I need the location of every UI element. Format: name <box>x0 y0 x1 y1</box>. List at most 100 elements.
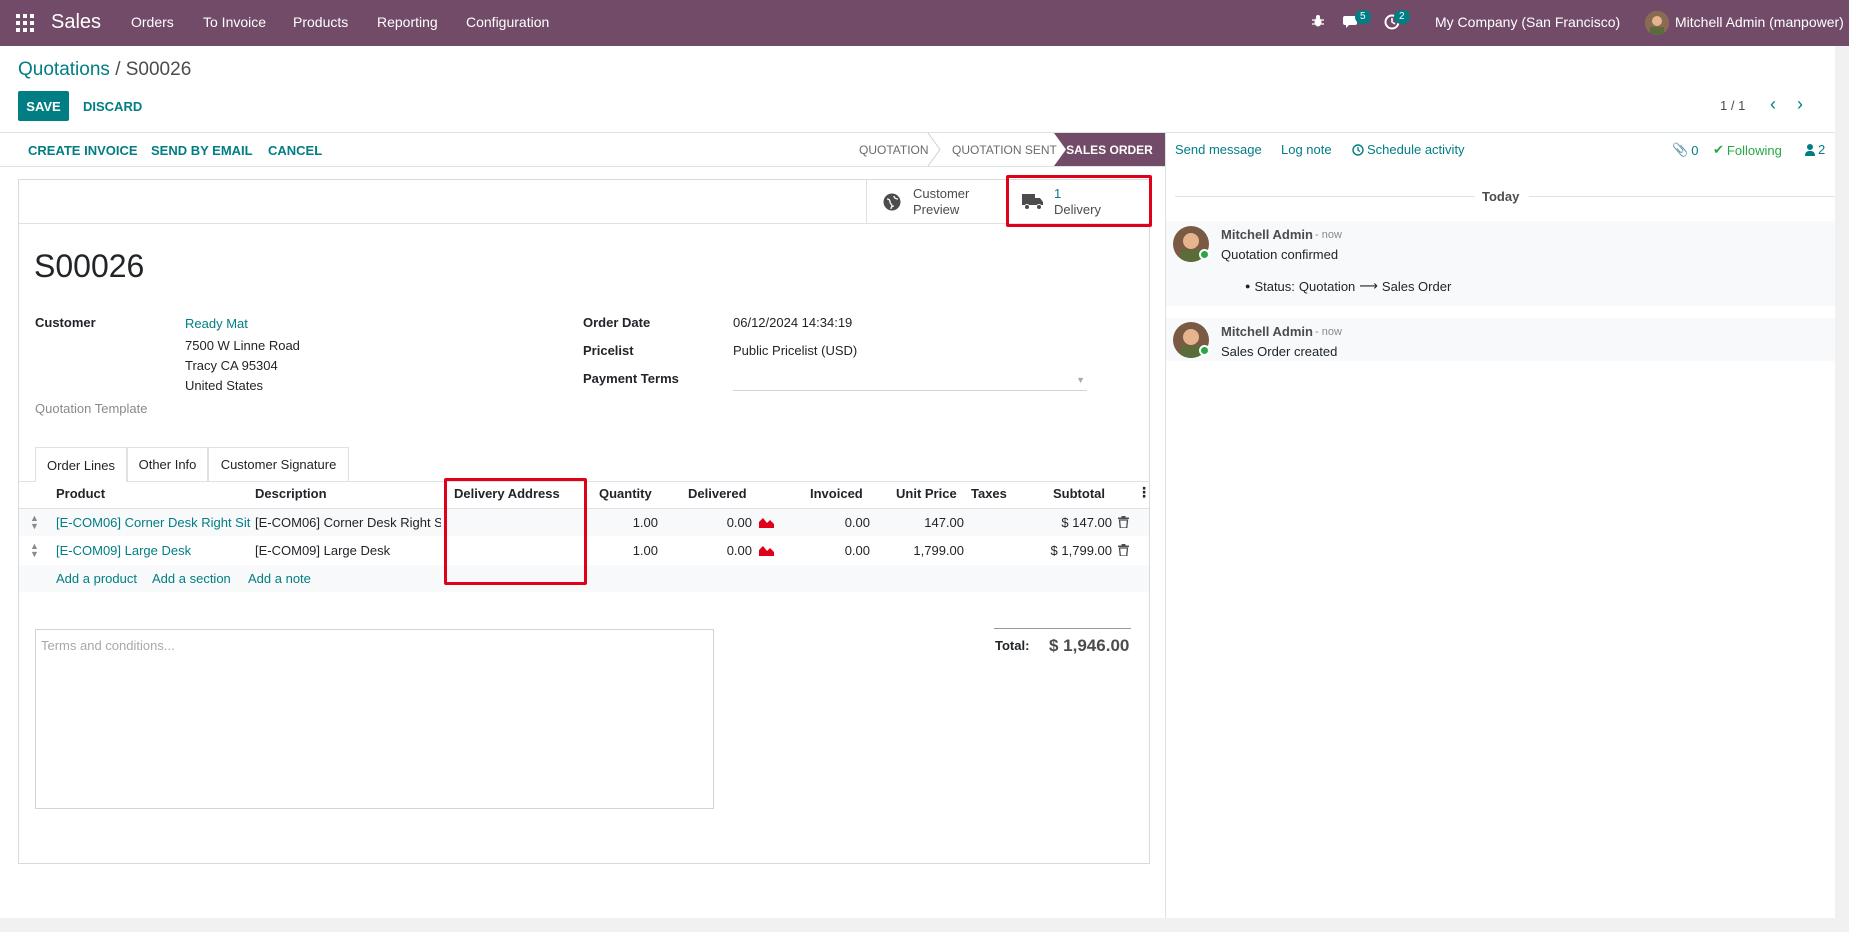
following-button[interactable]: ✔ Following <box>1713 142 1782 158</box>
row-quantity[interactable]: 1.00 <box>590 543 658 558</box>
send-message-button[interactable]: Send message <box>1175 142 1262 157</box>
row-subtotal: $ 147.00 <box>1061 515 1112 530</box>
online-status-icon <box>1199 345 1210 356</box>
date-separator-line <box>1175 196 1475 197</box>
customer-link[interactable]: Ready Mat <box>185 316 248 331</box>
activities-badge: 2 <box>1394 10 1410 24</box>
pager-value[interactable]: 1 / 1 <box>1720 98 1745 113</box>
menu-to-invoice[interactable]: To Invoice <box>203 14 266 30</box>
attachments-button[interactable]: 📎 0 <box>1672 142 1698 158</box>
col-subtotal[interactable]: Subtotal <box>1053 486 1105 501</box>
col-taxes[interactable]: Taxes <box>971 486 1007 501</box>
payment-terms-field[interactable]: ▼ <box>733 371 1087 391</box>
order-date-value: 06/12/2024 14:34:19 <box>733 315 853 330</box>
message-time: - now <box>1315 229 1342 241</box>
drag-handle-icon[interactable]: ▲ ▼ <box>30 514 39 531</box>
row-invoiced[interactable]: 0.00 <box>800 515 870 530</box>
company-switcher[interactable]: My Company (San Francisco) <box>1435 14 1620 30</box>
create-invoice-button[interactable]: CREATE INVOICE <box>28 143 138 158</box>
add-product-link[interactable]: Add a product <box>56 571 137 586</box>
message-author[interactable]: Mitchell Admin <box>1221 227 1313 242</box>
cancel-order-button[interactable]: CANCEL <box>268 143 322 158</box>
customer-preview-button[interactable]: Customer Preview <box>867 180 1007 223</box>
stage-quotation-sent[interactable]: QUOTATION SENT <box>952 143 1057 157</box>
clock-icon <box>1352 143 1364 156</box>
schedule-activity-button[interactable]: Schedule activity <box>1352 142 1465 157</box>
log-note-button[interactable]: Log note <box>1281 142 1332 157</box>
tab-other-info[interactable]: Other Info <box>127 447 208 481</box>
row-quantity[interactable]: 1.00 <box>590 515 658 530</box>
breadcrumb: Quotations / S00026 <box>18 59 191 81</box>
row-delivered[interactable]: 0.00 <box>690 515 752 530</box>
menu-orders[interactable]: Orders <box>131 14 174 30</box>
row-unit-price[interactable]: 1,799.00 <box>880 543 964 558</box>
customer-preview-label: Customer <box>913 186 970 201</box>
message-body: Quotation confirmed <box>1221 247 1339 262</box>
trash-icon[interactable] <box>1118 516 1129 528</box>
message-author[interactable]: Mitchell Admin <box>1221 324 1313 339</box>
paperclip-icon: 📎 <box>1672 142 1689 157</box>
col-description[interactable]: Description <box>255 486 327 501</box>
quotation-template-label: Quotation Template <box>35 401 148 416</box>
date-separator: Today <box>1482 189 1520 204</box>
button-box-divider <box>19 223 1149 224</box>
row-product[interactable]: [E-COM06] Corner Desk Right Sit <box>56 515 250 530</box>
user-icon <box>1805 143 1815 156</box>
menu-configuration[interactable]: Configuration <box>466 14 549 30</box>
stage-arrow-separator <box>927 133 941 166</box>
tracking-old-value: Quotation <box>1298 278 1356 294</box>
drag-handle-icon[interactable]: ▲ ▼ <box>30 542 39 559</box>
optional-columns-icon[interactable]: ⋮ <box>1137 484 1151 501</box>
forecast-chart-icon[interactable] <box>759 516 774 528</box>
divider <box>0 166 1165 167</box>
discard-button[interactable]: DISCARD <box>83 99 142 114</box>
customer-label: Customer <box>35 315 96 330</box>
order-date-label: Order Date <box>583 315 651 330</box>
pager-next-icon[interactable]: › <box>1797 94 1803 115</box>
col-unit-price[interactable]: Unit Price <box>896 486 957 501</box>
tracking-new-value: Sales Order <box>1381 278 1452 294</box>
user-menu[interactable]: Mitchell Admin (manpower) <box>1675 14 1844 30</box>
customer-preview-label-2: Preview <box>913 202 960 217</box>
pager-previous-icon[interactable]: ‹ <box>1770 94 1776 115</box>
top-navbar: Sales Orders To Invoice Products Reporti… <box>0 0 1849 46</box>
stage-sales-order[interactable]: SALES ORDER <box>1054 133 1165 166</box>
save-button[interactable]: SAVE <box>18 91 69 121</box>
row-product[interactable]: [E-COM09] Large Desk <box>56 543 191 558</box>
app-menu-icon[interactable] <box>16 14 36 32</box>
tab-customer-signature[interactable]: Customer Signature <box>208 447 349 481</box>
debug-bug-icon[interactable] <box>1311 14 1325 31</box>
user-avatar[interactable] <box>1645 11 1669 35</box>
tab-order-lines[interactable]: Order Lines <box>35 447 127 482</box>
add-note-link[interactable]: Add a note <box>248 571 311 586</box>
order-name-title: S00026 <box>34 248 145 284</box>
col-delivered[interactable]: Delivered <box>688 486 747 501</box>
stage-quotation[interactable]: QUOTATION <box>859 143 929 157</box>
delivery-address-highlight-box <box>444 478 587 585</box>
trash-icon[interactable] <box>1118 544 1129 556</box>
globe-icon <box>883 193 901 211</box>
col-quantity[interactable]: Quantity <box>599 486 652 501</box>
row-invoiced[interactable]: 0.00 <box>800 543 870 558</box>
row-description[interactable]: [E-COM06] Corner Desk Right Sit <box>255 515 441 530</box>
breadcrumb-quotations[interactable]: Quotations <box>18 59 110 80</box>
col-product[interactable]: Product <box>56 486 105 501</box>
menu-products[interactable]: Products <box>293 14 348 30</box>
row-delivered[interactable]: 0.00 <box>690 543 752 558</box>
menu-reporting[interactable]: Reporting <box>377 14 438 30</box>
terms-textarea[interactable]: Terms and conditions... <box>35 629 714 809</box>
add-section-link[interactable]: Add a section <box>152 571 231 586</box>
forecast-chart-icon[interactable] <box>759 544 774 556</box>
vertical-scrollbar[interactable] <box>1835 46 1849 918</box>
row-unit-price[interactable]: 147.00 <box>880 515 964 530</box>
arrow-right-icon: ⟶ <box>1359 278 1378 293</box>
followers-button[interactable]: 2 <box>1805 142 1825 157</box>
send-by-email-button[interactable]: SEND BY EMAIL <box>151 143 253 158</box>
row-description[interactable]: [E-COM09] Large Desk <box>255 543 441 558</box>
row-subtotal: $ 1,799.00 <box>1050 543 1112 558</box>
following-label: Following <box>1726 142 1782 158</box>
col-invoiced[interactable]: Invoiced <box>810 486 863 501</box>
app-name[interactable]: Sales <box>51 11 101 34</box>
horizontal-scrollbar[interactable] <box>0 918 1849 932</box>
customer-address-line1: 7500 W Linne Road <box>185 338 300 353</box>
